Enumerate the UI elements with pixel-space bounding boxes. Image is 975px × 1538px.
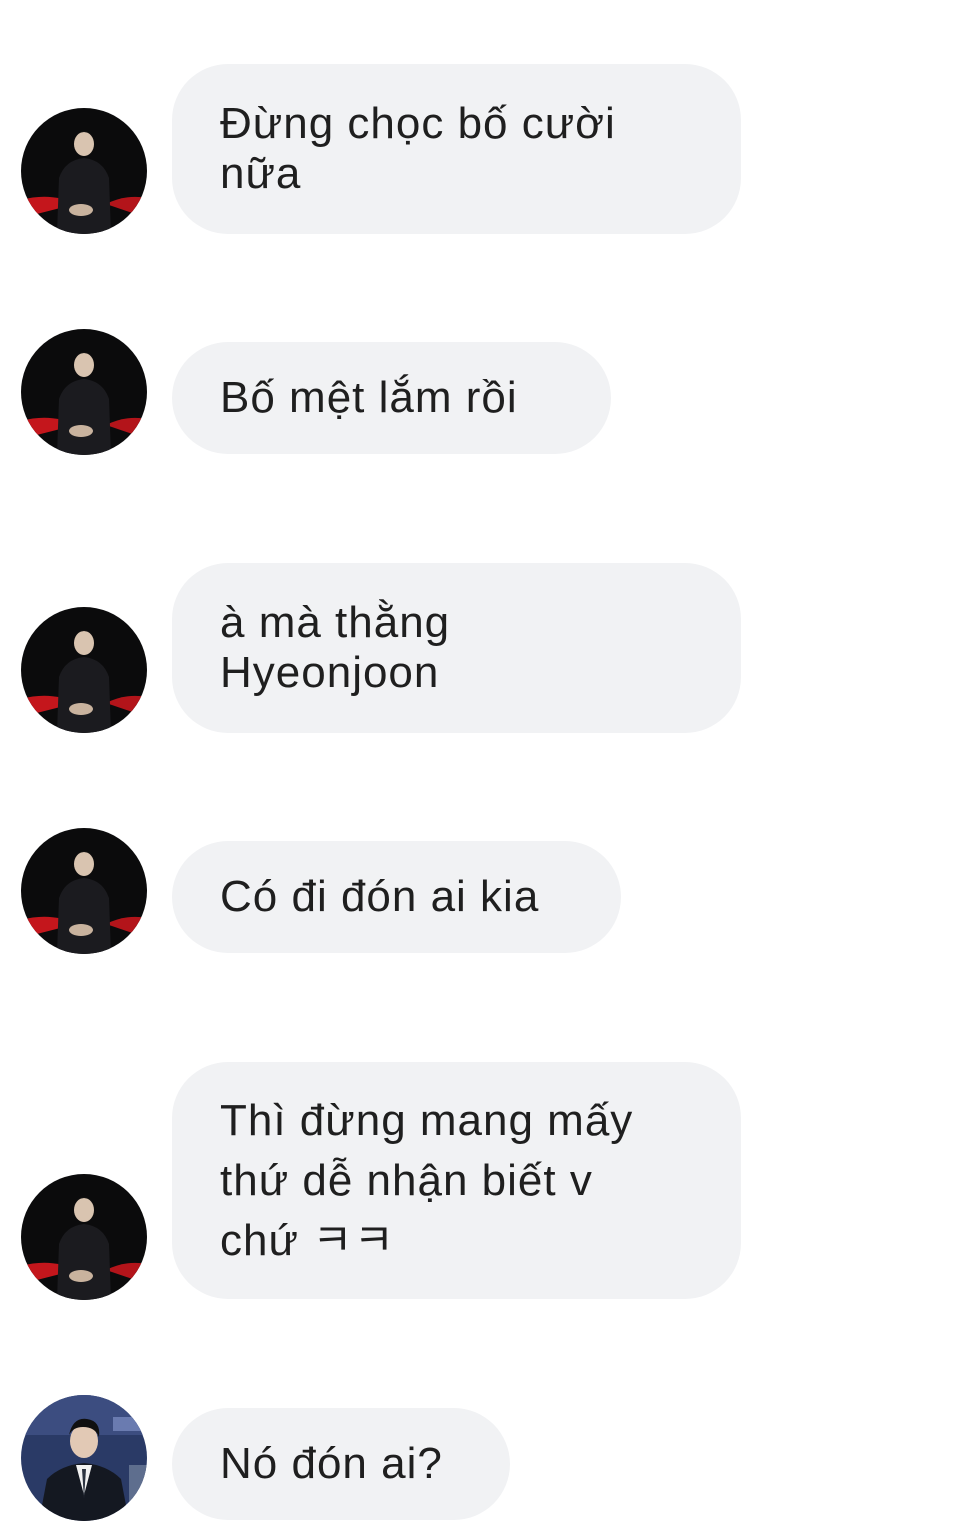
message-text-line: Có đi đón ai kia	[220, 872, 540, 921]
person-dark-avatar-icon[interactable]	[21, 1174, 147, 1300]
message-text-line: Thì đừng mang mấy	[220, 1095, 634, 1145]
message-text-line: Nó đón ai?	[220, 1439, 443, 1488]
message-text-line: nữa	[220, 149, 302, 198]
message-bubble[interactable]: Nó đón ai?	[172, 1408, 510, 1520]
message-bubble[interactable]: Bố mệt lắm rồi	[172, 342, 611, 454]
message-text-line: Bố mệt lắm rồi	[220, 373, 518, 422]
message-bubble[interactable]: à mà thằng Hyeonjoon	[172, 563, 741, 733]
message-text-line: thứ dễ nhận biết v	[220, 1155, 593, 1205]
person-dark-avatar-icon[interactable]	[21, 329, 147, 455]
message-bubble[interactable]: Đừng chọc bố cười nữa	[172, 64, 741, 234]
message-bubble[interactable]: Thì đừng mang mấy thứ dễ nhận biết v chứ…	[172, 1062, 741, 1299]
message-bubble[interactable]: Có đi đón ai kia	[172, 841, 621, 953]
message-text-line: Hyeonjoon	[220, 648, 440, 697]
message-text-line: à mà thằng	[220, 598, 451, 647]
person-dark-avatar-icon[interactable]	[21, 828, 147, 954]
person-suit-avatar-icon[interactable]	[21, 1395, 147, 1521]
person-dark-avatar-icon[interactable]	[21, 607, 147, 733]
person-dark-avatar-icon[interactable]	[21, 108, 147, 234]
message-text-line: Đừng chọc bố cười	[220, 99, 616, 148]
message-text-line: chứ ㅋㅋ	[220, 1215, 396, 1265]
